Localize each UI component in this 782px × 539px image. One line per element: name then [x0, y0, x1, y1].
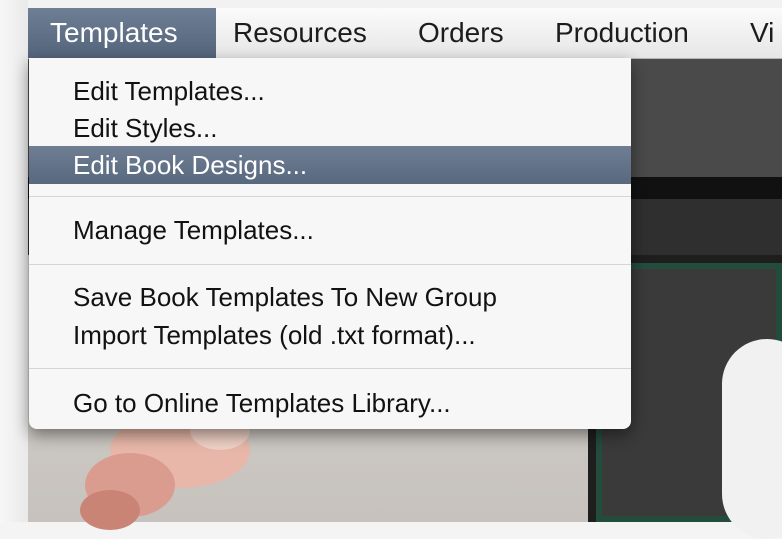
- screenshot-frame-left: [0, 0, 28, 539]
- menu-orders[interactable]: Orders: [418, 8, 504, 58]
- menu-view[interactable]: Vi: [750, 8, 774, 58]
- menu-item-import-templates[interactable]: Import Templates (old .txt format)...: [29, 316, 631, 354]
- menu-production[interactable]: Production: [555, 8, 689, 58]
- menu-separator: [29, 196, 631, 197]
- menu-templates[interactable]: Templates: [28, 8, 216, 58]
- menu-separator: [29, 264, 631, 265]
- menu-item-save-book-templates[interactable]: Save Book Templates To New Group: [29, 278, 631, 316]
- menu-resources[interactable]: Resources: [233, 8, 367, 58]
- menu-item-edit-styles[interactable]: Edit Styles...: [29, 109, 631, 147]
- menu-item-manage-templates[interactable]: Manage Templates...: [29, 211, 631, 249]
- menu-separator: [29, 368, 631, 369]
- photo-subject: [722, 339, 782, 539]
- menu-item-edit-book-designs[interactable]: Edit Book Designs...: [29, 146, 631, 184]
- templates-dropdown-menu: Edit Templates... Edit Styles... Edit Bo…: [29, 58, 631, 429]
- menu-item-edit-templates[interactable]: Edit Templates...: [29, 72, 631, 110]
- menu-bar: Templates Resources Orders Production Vi: [28, 8, 782, 59]
- menu-item-online-templates-library[interactable]: Go to Online Templates Library...: [29, 384, 631, 422]
